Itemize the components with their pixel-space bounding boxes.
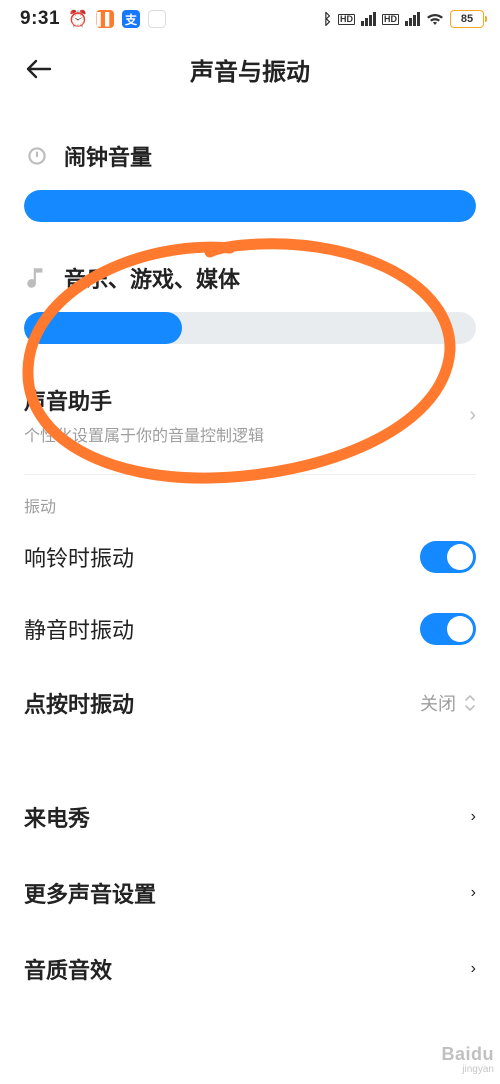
music-note-icon bbox=[24, 265, 50, 291]
vibrate-on-silent-toggle[interactable] bbox=[420, 613, 476, 645]
chevron-right-icon: › bbox=[471, 884, 476, 902]
sound-assistant-title: 声音助手 bbox=[24, 384, 469, 416]
wifi-icon bbox=[426, 12, 444, 26]
chevron-right-icon: › bbox=[471, 808, 476, 826]
vibration-section-label: 振动 bbox=[24, 493, 476, 517]
status-bar: 9:31 ⏰ ▌▌ 支 ▶ ᛒ HD HD 85 bbox=[0, 0, 500, 38]
vibrate-on-silent-label: 静音时振动 bbox=[24, 613, 134, 645]
divider bbox=[24, 474, 476, 475]
vibrate-on-ring-toggle[interactable] bbox=[420, 541, 476, 573]
sound-assistant-subtitle: 个性化设置属于你的音量控制逻辑 bbox=[24, 422, 469, 446]
arrow-left-icon bbox=[26, 59, 52, 79]
watermark: Baidu jingyan bbox=[441, 1046, 494, 1078]
status-left: 9:31 ⏰ ▌▌ 支 ▶ bbox=[20, 8, 166, 30]
media-volume-label: 音乐、游戏、媒体 bbox=[64, 262, 240, 294]
more-sound-settings-row[interactable]: 更多声音设置 › bbox=[24, 855, 476, 931]
signal-icon-2 bbox=[405, 12, 420, 26]
chevron-right-icon: › bbox=[471, 960, 476, 978]
alarm-volume-fill bbox=[24, 190, 476, 222]
status-time: 9:31 bbox=[20, 8, 60, 30]
vibrate-on-silent-row: 静音时振动 bbox=[24, 593, 476, 665]
page-header: 声音与振动 bbox=[0, 38, 500, 100]
page-title: 声音与振动 bbox=[0, 52, 500, 87]
back-button[interactable] bbox=[20, 53, 58, 85]
media-volume-slider[interactable] bbox=[24, 312, 476, 344]
tap-vibrate-label: 点按时振动 bbox=[24, 687, 134, 719]
tencent-video-icon: ▶ bbox=[148, 10, 166, 28]
alarm-volume-slider[interactable] bbox=[24, 190, 476, 222]
more-sound-settings-label: 更多声音设置 bbox=[24, 877, 156, 909]
watermark-sub: jingyan bbox=[441, 1062, 494, 1078]
up-down-chevron-icon bbox=[464, 694, 476, 712]
alarm-volume-label: 闹钟音量 bbox=[64, 140, 152, 172]
chevron-right-icon: › bbox=[469, 404, 476, 427]
alarm-clock-icon: ⏰ bbox=[68, 9, 88, 29]
app-badge-icon: ▌▌ bbox=[96, 10, 114, 28]
vibrate-on-ring-row: 响铃时振动 bbox=[24, 521, 476, 593]
alarm-volume-block: 闹钟音量 bbox=[24, 140, 476, 222]
alipay-icon: 支 bbox=[122, 10, 140, 28]
sound-quality-label: 音质音效 bbox=[24, 953, 112, 985]
alarm-icon bbox=[24, 143, 50, 169]
vibrate-on-ring-label: 响铃时振动 bbox=[24, 541, 134, 573]
content-area: 闹钟音量 音乐、游戏、媒体 声音助手 个性化设置属于你的音量控制逻辑 › 振动 … bbox=[0, 140, 500, 1007]
media-volume-block: 音乐、游戏、媒体 bbox=[24, 262, 476, 344]
hd-badge-icon: HD bbox=[338, 14, 355, 25]
media-volume-fill bbox=[24, 312, 182, 344]
call-show-row[interactable]: 来电秀 › bbox=[24, 779, 476, 855]
sound-quality-row[interactable]: 音质音效 › bbox=[24, 931, 476, 1007]
call-show-label: 来电秀 bbox=[24, 801, 90, 833]
tap-vibrate-row[interactable]: 点按时振动 关闭 bbox=[24, 665, 476, 741]
watermark-brand: Baidu bbox=[441, 1046, 494, 1062]
status-right: ᛒ HD HD 85 bbox=[323, 10, 484, 28]
tap-vibrate-value: 关闭 bbox=[420, 690, 456, 716]
bluetooth-icon: ᛒ bbox=[323, 11, 332, 28]
battery-level: 85 bbox=[461, 13, 473, 25]
sound-assistant-row[interactable]: 声音助手 个性化设置属于你的音量控制逻辑 › bbox=[24, 362, 476, 468]
battery-icon: 85 bbox=[450, 10, 484, 28]
hd-badge-icon-2: HD bbox=[382, 14, 399, 25]
signal-icon bbox=[361, 12, 376, 26]
